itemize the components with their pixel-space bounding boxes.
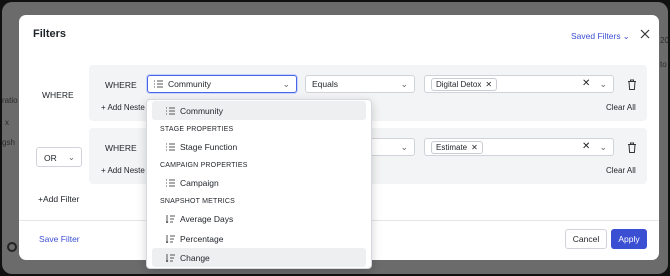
row-where-label: WHERE — [105, 80, 137, 90]
dropdown-section-heading: STAGE PROPERTIES — [160, 126, 234, 133]
add-nested-button[interactable]: + Add Neste — [101, 166, 145, 175]
chevron-down-icon: ⌄ — [67, 152, 75, 162]
dropdown-option-stage-function[interactable]: Stage Function — [152, 137, 366, 156]
list-icon — [154, 80, 163, 88]
remove-chip-icon[interactable]: ✕ — [485, 80, 492, 89]
chevron-down-icon: ⌄ — [400, 142, 408, 152]
dropdown-option-label: Community — [180, 105, 223, 116]
list-icon — [166, 179, 175, 186]
dropdown-option-percentage[interactable]: Percentage — [152, 229, 366, 248]
value-chip: Digital Detox ✕ — [431, 77, 498, 91]
dropdown-option-label: Stage Function — [180, 141, 238, 152]
list-icon — [166, 143, 175, 150]
apply-button[interactable]: Apply — [611, 229, 647, 249]
clear-all-button[interactable]: Clear All — [606, 103, 636, 112]
remove-chip-icon[interactable]: ✕ — [471, 143, 478, 152]
background-text: x — [5, 118, 9, 127]
cancel-button[interactable]: Cancel — [565, 229, 607, 249]
saved-filters-label: Saved Filters — [571, 31, 621, 41]
add-nested-label: Add Neste — [107, 166, 145, 175]
sort-numeric-icon — [166, 214, 175, 223]
backdrop: 20 to ratio x gsh Filters Saved Filters ⌄… — [2, 2, 668, 274]
add-filter-button[interactable]: +Add Filter — [38, 194, 79, 204]
background-text: to — [660, 60, 667, 69]
value-select[interactable]: Estimate ✕ ✕ ⌄ — [424, 138, 614, 156]
background-radio-icon — [7, 242, 17, 252]
add-filter-label: Add Filter — [42, 194, 80, 204]
sort-numeric-icon — [166, 253, 175, 262]
chevron-down-icon: ⌄ — [282, 79, 290, 89]
background-text: ratio — [2, 96, 18, 105]
dropdown-option-label: Average Days — [180, 213, 234, 224]
list-icon — [166, 107, 175, 114]
background-text: 20 — [660, 36, 668, 45]
connector-value: OR — [44, 153, 57, 163]
chip-label: Estimate — [436, 142, 468, 152]
value-select[interactable]: Digital Detox ✕ ✕ ⌄ — [424, 75, 614, 93]
trash-icon[interactable] — [627, 142, 637, 153]
background-text: gsh — [2, 138, 15, 147]
value-chip: Estimate ✕ — [431, 140, 483, 154]
chip-label: Digital Detox — [436, 79, 482, 89]
trash-icon[interactable] — [627, 79, 637, 90]
add-nested-button[interactable]: + Add Neste — [101, 103, 145, 112]
save-filter-button[interactable]: Save Filter — [39, 234, 80, 244]
dropdown-option-label: Campaign — [180, 177, 219, 188]
dropdown-option-label: Percentage — [180, 233, 224, 244]
dropdown-option-campaign[interactable]: Campaign — [152, 173, 366, 192]
add-nested-label: Add Neste — [107, 103, 145, 112]
connector-select[interactable]: OR ⌄ — [36, 147, 82, 167]
row-where-label: WHERE — [105, 143, 137, 153]
clear-all-button[interactable]: Clear All — [606, 166, 636, 175]
chevron-down-icon: ⌄ — [622, 31, 630, 41]
field-select-value: Community — [168, 79, 211, 89]
chevron-down-icon: ⌄ — [400, 79, 408, 89]
sort-numeric-icon — [166, 234, 175, 243]
field-select[interactable]: Community ⌄ — [147, 75, 297, 93]
where-label: WHERE — [42, 90, 74, 100]
dropdown-option-average-days[interactable]: Average Days — [152, 209, 366, 228]
chevron-down-icon: ⌄ — [599, 79, 607, 89]
close-icon[interactable] — [639, 28, 651, 40]
modal-title: Filters — [33, 28, 67, 40]
saved-filters-button[interactable]: Saved Filters ⌄ — [571, 31, 630, 42]
chevron-down-icon: ⌄ — [599, 142, 607, 152]
clear-value-icon[interactable]: ✕ — [582, 141, 590, 152]
dropdown-section-heading: SNAPSHOT METRICS — [160, 198, 236, 205]
dropdown-option-label: Change — [180, 252, 210, 263]
dropdown-option-change[interactable]: Change — [152, 248, 366, 267]
dropdown-section-heading: CAMPAIGN PROPERTIES — [160, 162, 248, 169]
clear-value-icon[interactable]: ✕ — [582, 78, 590, 89]
operator-select[interactable]: Equals ⌄ — [305, 75, 415, 93]
field-dropdown-menu: Community STAGE PROPERTIES Stage Functio… — [146, 99, 372, 269]
dropdown-option-community[interactable]: Community — [152, 101, 366, 120]
operator-select-value: Equals — [312, 79, 338, 89]
